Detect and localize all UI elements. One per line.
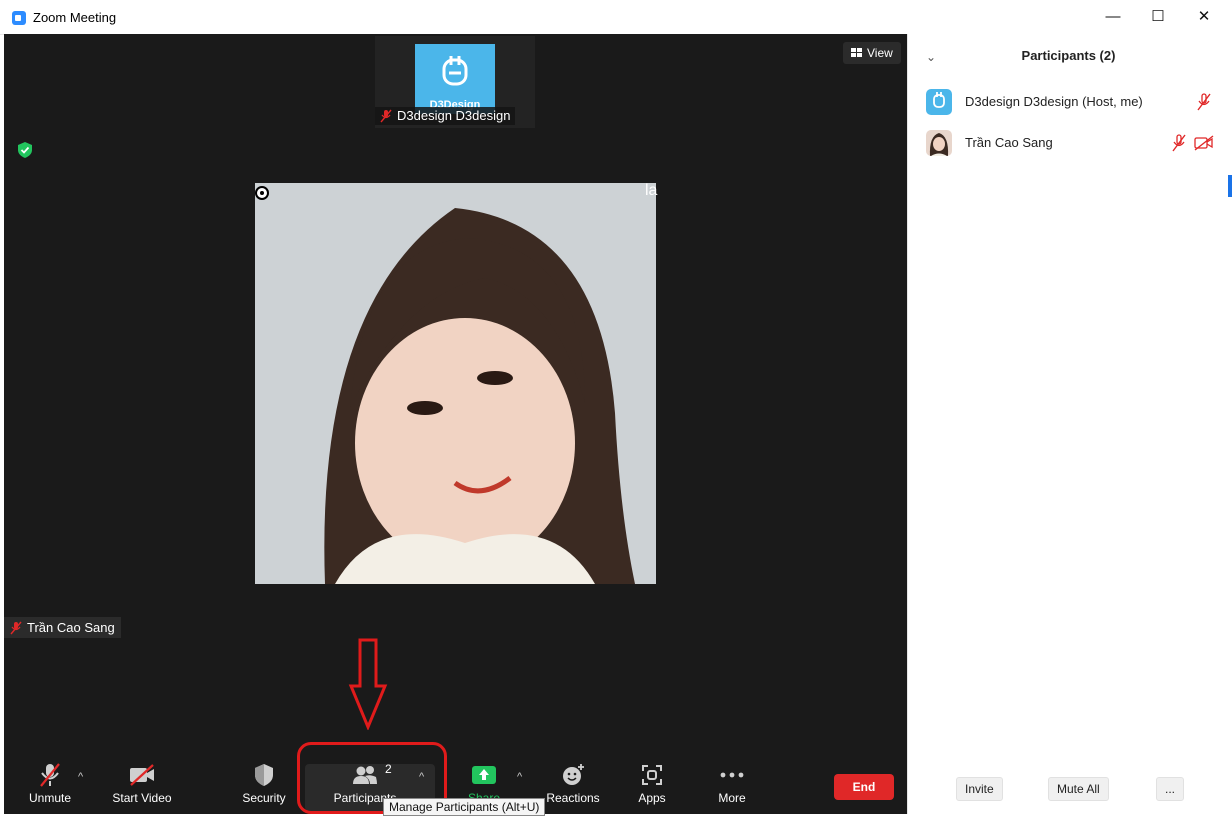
participants-panel: ⌄ Participants (2) D3design D3design (Ho… (907, 34, 1229, 814)
view-label: View (867, 46, 893, 60)
mute-all-button[interactable]: Mute All (1048, 777, 1109, 801)
avatar (926, 130, 952, 156)
thumbnail-name: D3design D3design (397, 108, 511, 123)
right-edge (1228, 34, 1232, 814)
panel-header: ⌄ Participants (2) (908, 34, 1229, 80)
muted-mic-icon[interactable] (1197, 93, 1211, 111)
invite-button[interactable]: Invite (956, 777, 1003, 801)
start-video-button[interactable]: Start Video (108, 762, 176, 810)
background-window-accent (1228, 175, 1232, 197)
start-video-label: Start Video (112, 791, 172, 805)
unmute-label: Unmute (28, 791, 72, 805)
security-button[interactable]: Security (236, 762, 292, 810)
unmute-button[interactable]: Unmute (22, 762, 78, 810)
muted-mic-icon (10, 621, 22, 634)
thumbnail-name-tag: D3design D3design (375, 107, 516, 125)
grid-icon (851, 48, 862, 57)
more-dots-icon (720, 772, 744, 778)
thumbnail-video[interactable]: D3Design D3design D3design (375, 36, 535, 128)
reactions-label: Reactions (546, 791, 600, 805)
security-shield-icon (255, 764, 273, 786)
window-title: Zoom Meeting (33, 10, 117, 25)
video-off-icon (130, 764, 154, 786)
participant-name: Trần Cao Sang (965, 135, 1053, 150)
muted-mic-icon (380, 109, 392, 123)
speaker-name-tag: Trần Cao Sang (4, 617, 121, 638)
speaker-photo (255, 183, 656, 584)
speaker-name: Trần Cao Sang (27, 620, 115, 635)
apps-icon (642, 765, 662, 785)
participants-tooltip: Manage Participants (Alt+U) (383, 798, 546, 816)
panel-title: Participants (2) (1021, 48, 1116, 63)
view-button[interactable]: View (843, 42, 901, 64)
more-options-button[interactable]: ... (1156, 777, 1185, 801)
end-meeting-button[interactable]: End (834, 774, 894, 800)
apps-label: Apps (638, 791, 666, 805)
avatar (926, 89, 952, 115)
reactions-smiley-icon (563, 764, 584, 785)
more-button[interactable]: More (708, 762, 756, 810)
maximize-button[interactable]: ☐ (1135, 0, 1181, 34)
minimize-button[interactable]: — (1090, 0, 1136, 34)
apps-button[interactable]: Apps (628, 762, 676, 810)
video-overlay-text: la (645, 182, 658, 199)
pin-icon[interactable] (255, 186, 269, 200)
participant-name: D3design D3design (Host, me) (965, 94, 1143, 109)
d3design-logo: D3Design (415, 44, 495, 114)
share-screen-icon (472, 766, 496, 784)
more-label: More (718, 791, 746, 805)
participant-row[interactable]: D3design D3design (Host, me) (908, 82, 1229, 118)
close-button[interactable]: ✕ (1181, 0, 1227, 34)
zoom-window: Zoom Meeting — ☐ ✕ D3Design D3design D3d… (0, 0, 1232, 818)
security-label: Security (242, 791, 286, 805)
encryption-shield-icon[interactable] (16, 141, 34, 159)
zoom-app-icon (12, 11, 26, 25)
down-arrow-annotation-icon (348, 638, 388, 730)
video-off-icon[interactable] (1194, 135, 1214, 151)
mic-off-icon (40, 763, 60, 787)
title-bar: Zoom Meeting — ☐ ✕ (0, 0, 1232, 35)
speaker-video (255, 183, 656, 584)
audio-options-caret-icon[interactable]: ^ (78, 771, 83, 783)
participant-row[interactable]: Trần Cao Sang (908, 123, 1229, 159)
share-options-caret-icon[interactable]: ^ (517, 771, 522, 783)
reactions-button[interactable]: Reactions (543, 762, 603, 810)
muted-mic-icon[interactable] (1172, 134, 1186, 152)
